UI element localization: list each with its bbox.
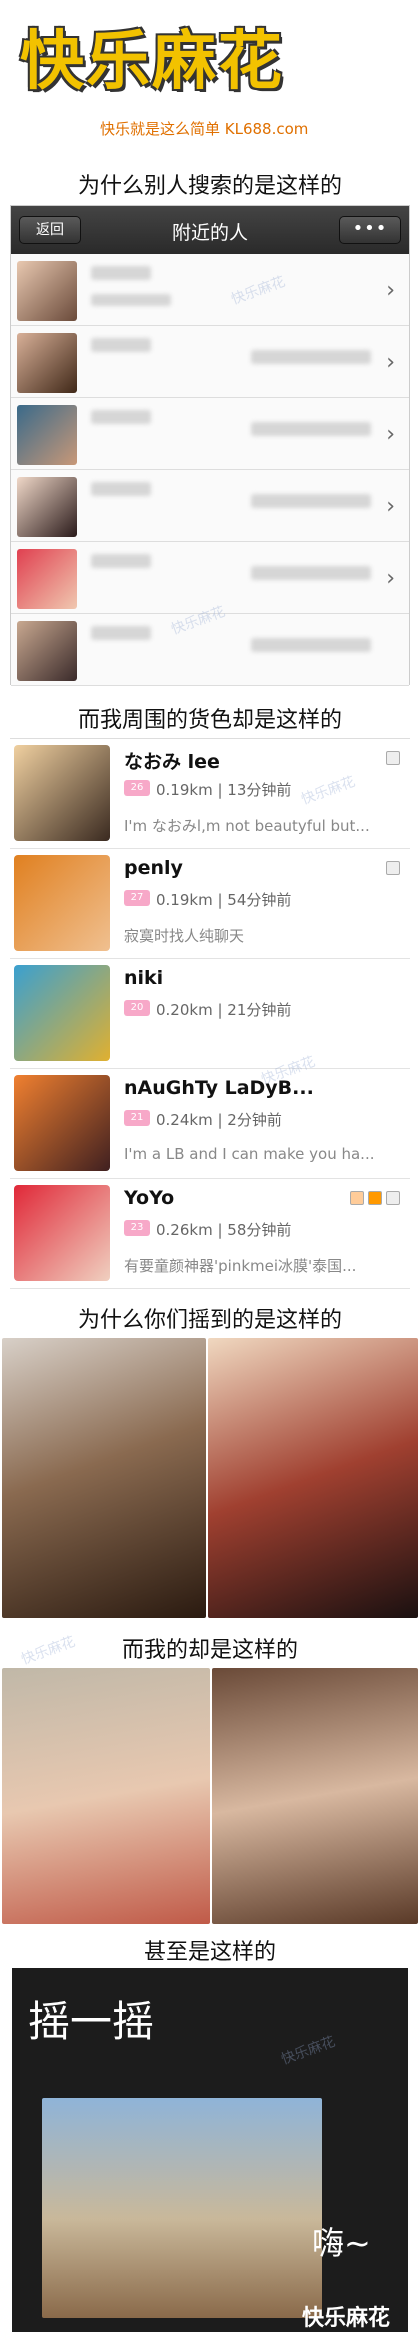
avatar <box>17 477 77 537</box>
distance-time: 0.26km | 58分钟前 <box>156 1221 292 1239</box>
gallery-icon <box>386 861 400 875</box>
shake-screen: 摇一摇 嗨~ 快乐麻花 <box>12 1968 408 2332</box>
avatar <box>14 965 110 1061</box>
list-item[interactable]: › <box>11 542 409 614</box>
list-item[interactable]: なおみ lee 26 0.19km | 13分钟前 I'm なおみl,m not… <box>10 739 410 849</box>
chevron-right-icon: › <box>386 422 395 447</box>
photo-selfie-2 <box>208 1338 418 1618</box>
chevron-right-icon: › <box>386 566 395 591</box>
female-icon: 20 <box>124 1000 150 1016</box>
nearby-list: なおみ lee 26 0.19km | 13分钟前 I'm なおみl,m not… <box>10 738 410 1291</box>
gallery-icon <box>386 751 400 765</box>
chevron-right-icon: › <box>386 278 395 303</box>
blurred-text <box>91 626 151 640</box>
female-icon: 27 <box>124 890 150 906</box>
avatar <box>14 855 110 951</box>
caption-1: 为什么别人搜索的是这样的 <box>77 174 342 199</box>
nav-bar: 返回 附近的人 ••• <box>11 206 409 254</box>
blurred-text <box>251 638 371 652</box>
logo-title: 快乐麻花 <box>20 25 284 99</box>
caption-2: 而我周围的货色却是这样的 <box>77 708 342 733</box>
list-item[interactable]: penly 27 0.19km | 54分钟前 寂寞时找人纯聊天 <box>10 849 410 959</box>
photo-selfie-1 <box>2 1338 206 1618</box>
avatar <box>14 1185 110 1281</box>
user-name: niki <box>124 967 164 989</box>
user-name: penly <box>124 857 183 879</box>
avatar <box>17 405 77 465</box>
signature: 寂寞时找人纯聊天 <box>124 927 245 945</box>
logo-tagline: 快乐就是这么简单 KL688.com <box>100 120 309 138</box>
blurred-text <box>251 422 371 436</box>
donkey-photo <box>42 2098 322 2318</box>
female-icon: 23 <box>124 1220 150 1236</box>
blurred-text <box>251 494 371 508</box>
caption-3: 为什么你们摇到的是这样的 <box>77 1308 342 1333</box>
avatar <box>14 745 110 841</box>
blurred-text <box>91 410 151 424</box>
signature: 有要童颜神器'pinkmei冰膜'泰国... <box>124 1257 357 1275</box>
footer-logo: 快乐麻花 <box>302 2306 391 2331</box>
distance-time: 0.19km | 54分钟前 <box>156 891 292 909</box>
signature: I'm なおみl,m not beautyful but... <box>124 817 370 835</box>
blurred-text <box>91 482 151 496</box>
gallery-icon <box>386 1191 400 1205</box>
distance-time: 0.19km | 13分钟前 <box>156 781 292 799</box>
list-item[interactable]: nAuGhTy LaDyB... 21 0.24km | 2分钟前 I'm a … <box>10 1069 410 1179</box>
exclaim-text: 嗨~ <box>312 2224 371 2262</box>
distance-time: 0.24km | 2分钟前 <box>156 1111 282 1129</box>
blurred-text <box>251 350 371 364</box>
list-item[interactable]: › <box>11 398 409 470</box>
female-icon: 21 <box>124 1110 150 1126</box>
list-item[interactable]: niki 20 0.20km | 21分钟前 <box>10 959 410 1069</box>
photo-plain-2 <box>212 1668 418 1924</box>
blurred-text <box>251 566 371 580</box>
site-logo: 快乐麻花 快乐就是这么简单 KL688.com <box>0 0 420 155</box>
distance-time: 0.20km | 21分钟前 <box>156 1001 292 1019</box>
list-item[interactable]: YoYo 23 0.26km | 58分钟前 有要童颜神器'pinkmei冰膜'… <box>10 1179 410 1289</box>
avatar <box>14 1075 110 1171</box>
avatar <box>17 549 77 609</box>
chevron-right-icon: › <box>386 350 395 375</box>
photo-plain-1 <box>2 1668 210 1924</box>
more-button[interactable]: ••• <box>339 216 401 244</box>
blurred-text <box>91 554 151 568</box>
caption-5: 甚至是这样的 <box>143 1940 276 1965</box>
avatar <box>17 261 77 321</box>
blurred-text <box>91 294 171 306</box>
badge-icon <box>368 1191 382 1205</box>
badge-icon <box>350 1191 364 1205</box>
female-icon: 26 <box>124 780 150 796</box>
list-item[interactable]: › <box>11 254 409 326</box>
user-name: YoYo <box>124 1187 175 1209</box>
list-item[interactable]: › <box>11 470 409 542</box>
shake-title: 摇一摇 <box>28 1997 155 2046</box>
blurred-text <box>91 266 151 280</box>
list-item[interactable]: › <box>11 326 409 398</box>
blurred-text <box>91 338 151 352</box>
signature: I'm a LB and I can make you ha... <box>124 1145 375 1163</box>
chevron-right-icon: › <box>386 494 395 519</box>
user-name: なおみ lee <box>124 751 220 773</box>
avatar <box>17 333 77 393</box>
avatar <box>17 621 77 681</box>
